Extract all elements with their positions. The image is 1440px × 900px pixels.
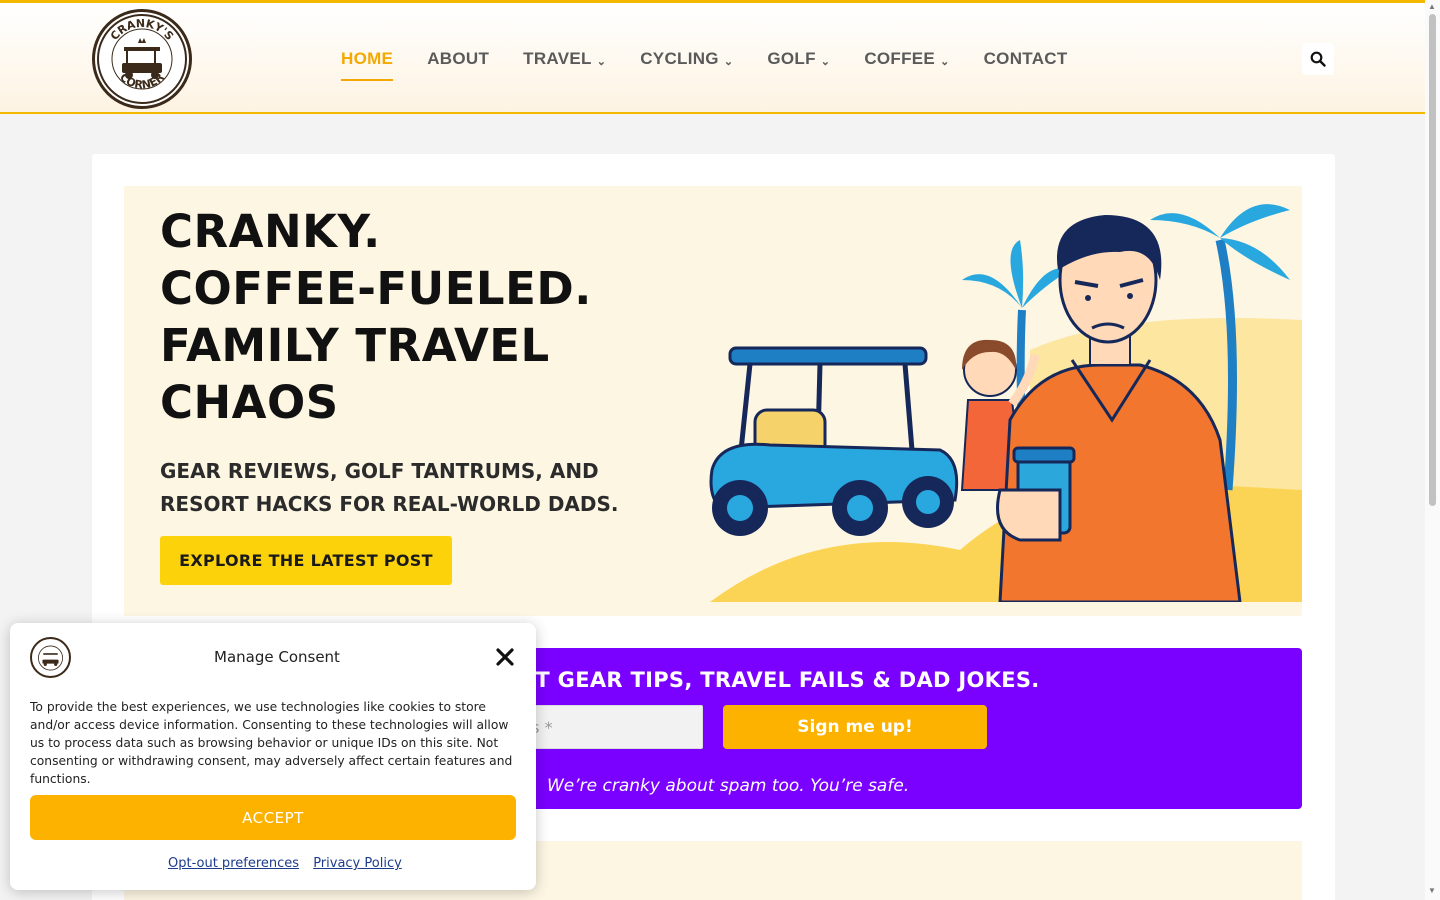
nav-home[interactable]: HOME xyxy=(341,47,394,81)
nav-about[interactable]: ABOUT xyxy=(427,47,489,71)
consent-title: Manage Consent xyxy=(214,648,340,666)
hero-title-line: FAMILY TRAVEL xyxy=(160,319,550,372)
hero-subtitle: GEAR REVIEWS, GOLF TANTRUMS, AND RESORT … xyxy=(160,459,619,516)
accept-button[interactable]: ACCEPT xyxy=(30,795,516,840)
cranky-dad-illustration xyxy=(996,215,1242,602)
chevron-down-icon: ⌄ xyxy=(723,55,734,68)
hero-title-line: CRANKY. xyxy=(160,205,381,258)
nav-contact-label: CONTACT xyxy=(983,49,1068,68)
golf-cart-logo-icon: CRANKY'S CORNER xyxy=(97,14,187,104)
hero-title-line: COFFEE-FUELED. xyxy=(160,262,592,315)
chevron-down-icon: ⌄ xyxy=(820,55,831,68)
chevron-down-icon: ⌄ xyxy=(596,55,607,68)
nav-contact[interactable]: CONTACT xyxy=(984,47,1068,71)
search-icon xyxy=(1310,51,1326,67)
nav-home-label: HOME xyxy=(341,49,394,68)
nav-travel-label: TRAVEL xyxy=(523,49,592,68)
newsletter-note: We’re cranky about spam too. You’re safe… xyxy=(547,776,910,796)
consent-links: Opt-out preferences Privacy Policy xyxy=(168,856,412,871)
scrollbar-thumb[interactable] xyxy=(1429,14,1436,506)
newsletter-heading: ST GEAR TIPS, TRAVEL FAILS & DAD JOKES. xyxy=(520,668,1040,692)
nav-golf[interactable]: GOLF ⌄ xyxy=(767,47,830,71)
explore-latest-post-button[interactable]: EXPLORE THE LATEST POST xyxy=(160,536,452,585)
nav-travel[interactable]: TRAVEL ⌄ xyxy=(523,47,606,71)
close-icon[interactable] xyxy=(495,647,515,667)
nav-cycling[interactable]: CYCLING ⌄ xyxy=(640,47,733,71)
opt-out-preferences-link[interactable]: Opt-out preferences xyxy=(168,856,299,871)
consent-body: To provide the best experiences, we use … xyxy=(30,700,513,786)
nav-golf-label: GOLF xyxy=(767,49,816,68)
scroll-down-arrow-icon[interactable]: ▼ xyxy=(1428,886,1436,895)
site-logo[interactable]: CRANKY'S CORNER xyxy=(92,9,192,109)
search-button[interactable] xyxy=(1302,43,1334,75)
golf-cart-logo-icon xyxy=(38,645,63,670)
nav-coffee-label: COFFEE xyxy=(864,49,936,68)
sign-me-up-button[interactable]: Sign me up! xyxy=(723,705,987,749)
privacy-policy-link[interactable]: Privacy Policy xyxy=(313,856,402,871)
nav-about-label: ABOUT xyxy=(427,49,490,68)
golf-cart-illustration xyxy=(709,346,959,536)
scroll-up-arrow-icon[interactable]: ▲ xyxy=(1428,2,1436,11)
consent-logo xyxy=(30,637,71,678)
hero-illustration xyxy=(709,204,1302,602)
nav-coffee[interactable]: COFFEE ⌄ xyxy=(864,47,949,71)
hero-title-line: CHAOS xyxy=(160,376,339,429)
chevron-down-icon: ⌄ xyxy=(940,55,950,68)
nav-cycling-label: CYCLING xyxy=(640,49,719,68)
hero-title: CRANKY. COFFEE-FUELED. FAMILY TRAVEL CHA… xyxy=(160,203,680,431)
main-nav: HOME ABOUT TRAVEL ⌄ CYCLING ⌄ GOLF ⌄ COF… xyxy=(341,47,1068,81)
site-header: CRANKY'S CORNER HOME ABOUT TRAVEL ⌄ CYCL… xyxy=(0,0,1425,114)
